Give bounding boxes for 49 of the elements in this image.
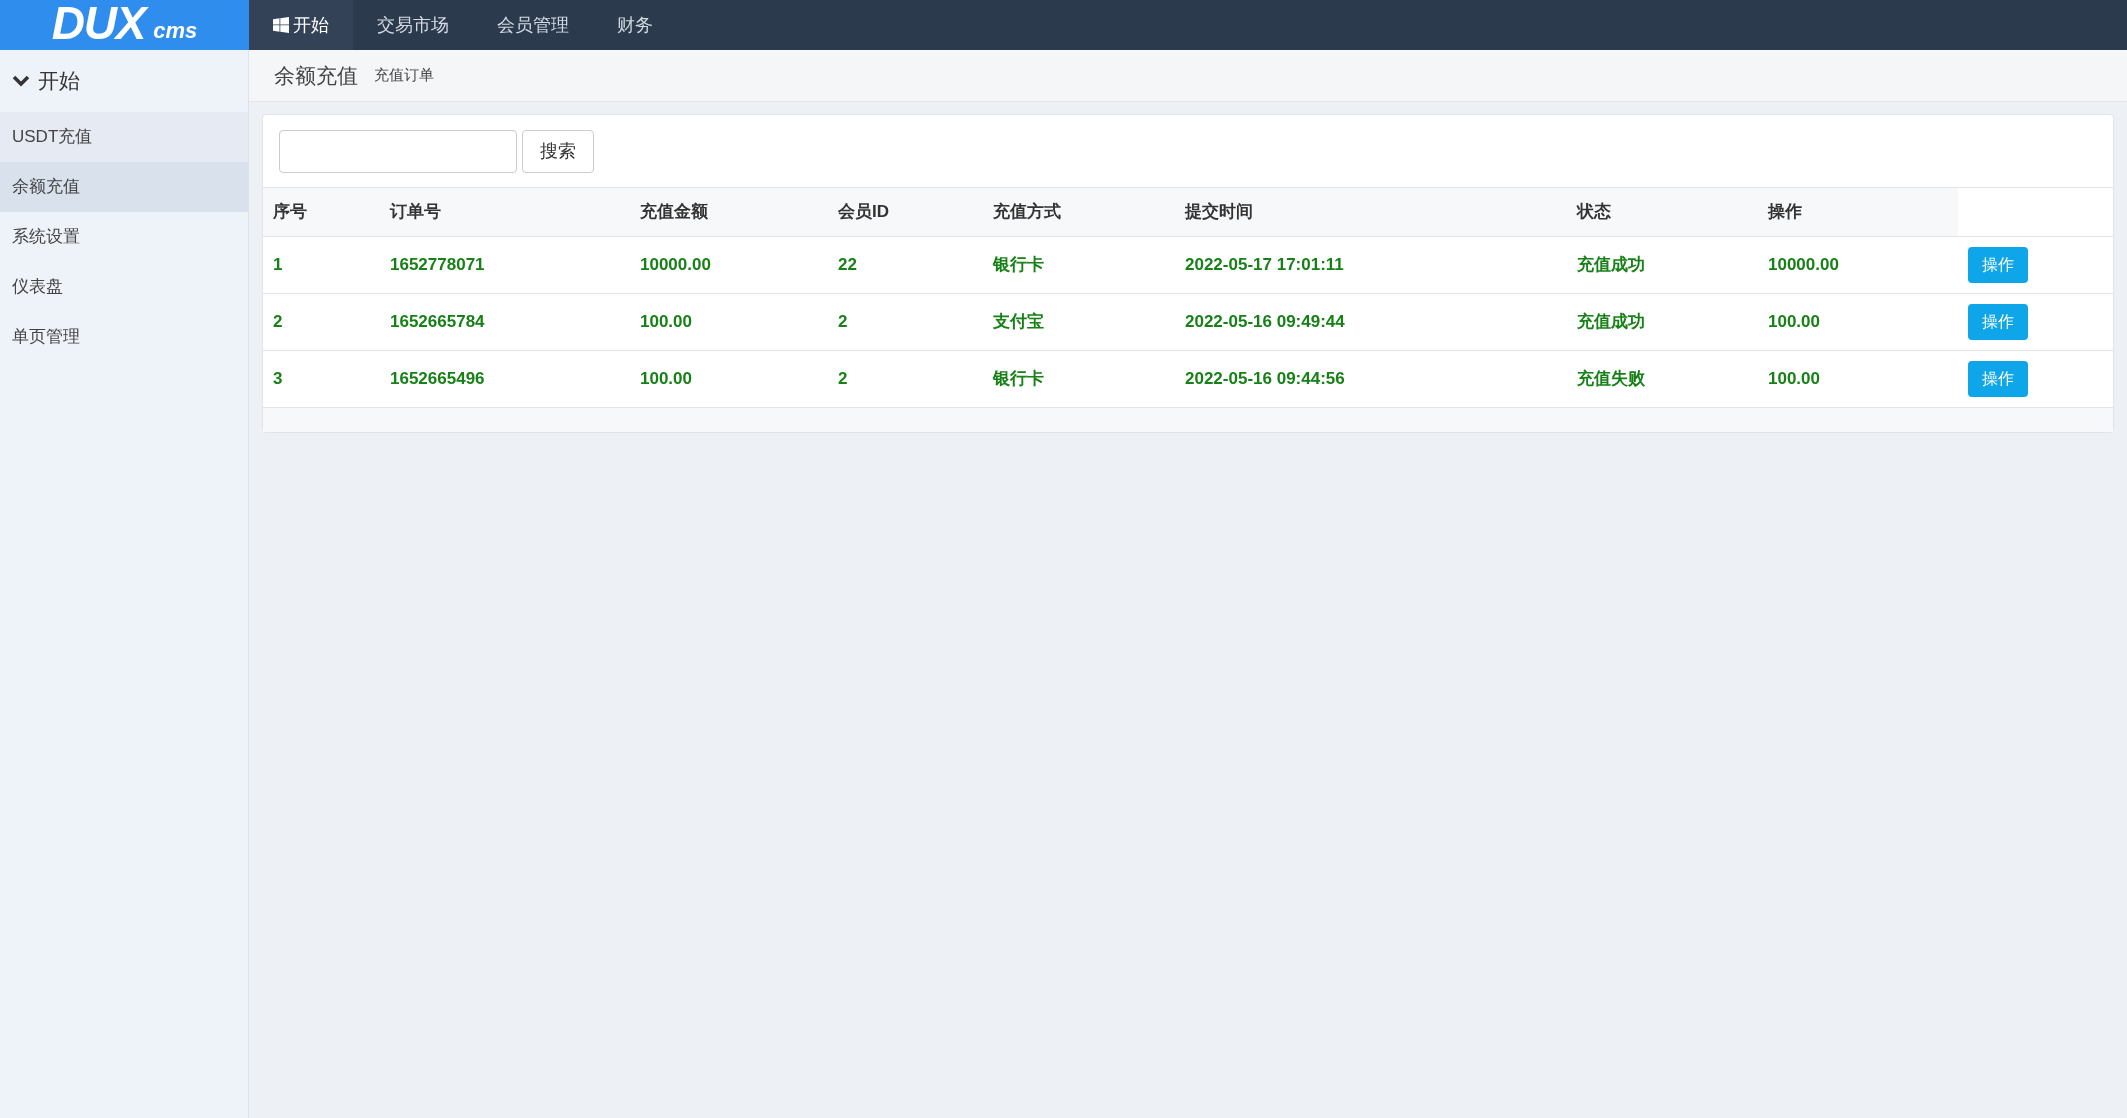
table-cell: 2 <box>838 312 848 332</box>
table-cell: 银行卡 <box>993 255 1044 275</box>
column-header: 订单号 <box>390 201 441 224</box>
column-header: 充值方式 <box>993 201 1061 224</box>
table-cell: 1652665496 <box>390 369 485 389</box>
table-cell: 10000.00 <box>640 255 711 275</box>
column-header: 序号 <box>273 201 307 224</box>
column-header: 操作 <box>1768 201 1802 224</box>
sidebar-item[interactable]: 余额充值 <box>0 162 248 212</box>
column-header: 会员ID <box>838 201 889 224</box>
logo: DUX cms <box>0 0 249 50</box>
table-cell: 银行卡 <box>993 369 1044 389</box>
page-title: 余额充值 <box>274 62 358 89</box>
search-button[interactable]: 搜索 <box>522 129 594 173</box>
table-cell: 100.00 <box>640 369 692 389</box>
table-cell: 2022-05-16 09:49:44 <box>1185 312 1345 332</box>
table-cell: 1652665784 <box>390 312 485 332</box>
sidebar-item[interactable]: 系统设置 <box>0 212 248 262</box>
table-cell: 3 <box>273 369 283 389</box>
sidebar-item[interactable]: 单页管理 <box>0 312 248 362</box>
table-cell: 2022-05-16 09:44:56 <box>1185 369 1345 389</box>
table-cell: 2022-05-17 17:01:11 <box>1185 255 1344 275</box>
table-cell: 充值失败 <box>1577 369 1645 389</box>
table-cell: 100.00 <box>1768 369 1820 389</box>
table-cell: 支付宝 <box>993 312 1044 332</box>
table-cell: 2 <box>838 369 848 389</box>
nav-tab[interactable]: 开始 <box>249 0 353 50</box>
nav-tab[interactable]: 会员管理 <box>473 0 593 50</box>
table-cell: 1 <box>273 255 283 275</box>
search-field[interactable] <box>279 129 517 173</box>
chevron-icon <box>12 74 30 88</box>
sidebar-item[interactable]: USDT充值 <box>0 112 248 162</box>
table-cell: 10000.00 <box>1768 255 1839 275</box>
nav-tab[interactable]: 财务 <box>593 0 677 50</box>
column-header: 提交时间 <box>1185 201 1253 224</box>
windows-icon <box>273 17 289 33</box>
table-cell: 100.00 <box>640 312 692 332</box>
table-cell: 充值成功 <box>1577 255 1645 275</box>
table-cell: 充值成功 <box>1577 312 1645 332</box>
table-cell: 1652778071 <box>390 255 485 275</box>
column-header: 状态 <box>1577 201 1611 224</box>
page-subtitle: 充值订单 <box>374 65 434 86</box>
column-header: 充值金额 <box>640 201 708 224</box>
table-cell: 22 <box>838 255 857 275</box>
sidebar-section[interactable]: 开始 <box>0 50 248 112</box>
sidebar-item[interactable]: 仪表盘 <box>0 262 248 312</box>
table-cell: 100.00 <box>1768 312 1820 332</box>
nav-tab[interactable]: 交易市场 <box>353 0 473 50</box>
table-cell: 2 <box>273 312 283 332</box>
